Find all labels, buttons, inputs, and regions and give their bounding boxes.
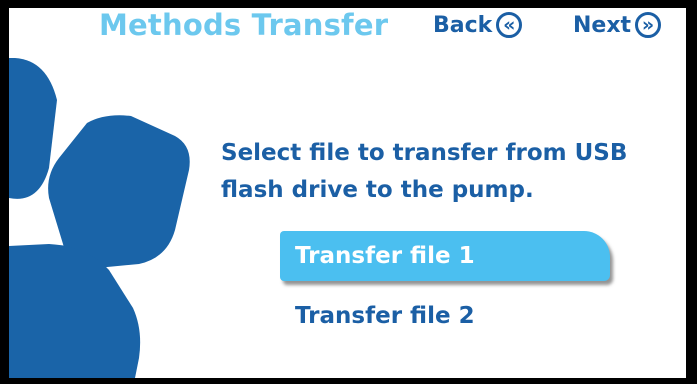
instruction-text: Select file to transfer from USB flash d… — [221, 135, 661, 209]
double-chevron-right-icon: » — [635, 12, 662, 38]
transfer-file-1-option[interactable]: Transfer file 1 — [280, 231, 610, 281]
device-screen: Methods Transfer Back « Next » Select fi… — [0, 0, 697, 384]
back-button[interactable]: Back « — [433, 8, 523, 42]
double-chevron-left-icon: « — [496, 12, 523, 38]
petal-middle — [48, 115, 190, 269]
back-label: Back — [433, 12, 493, 38]
file-option-label: Transfer file 1 — [295, 243, 475, 269]
transfer-file-2-option[interactable]: Transfer file 2 — [280, 291, 610, 341]
file-option-label: Transfer file 2 — [295, 303, 475, 329]
page-title: Methods Transfer — [99, 8, 389, 42]
instruction-line-1: Select file to transfer from USB — [221, 140, 628, 166]
next-button[interactable]: Next » — [573, 8, 662, 42]
next-label: Next — [573, 12, 632, 38]
instruction-line-2: flash drive to the pump. — [221, 177, 534, 203]
decorative-petals — [9, 58, 190, 378]
